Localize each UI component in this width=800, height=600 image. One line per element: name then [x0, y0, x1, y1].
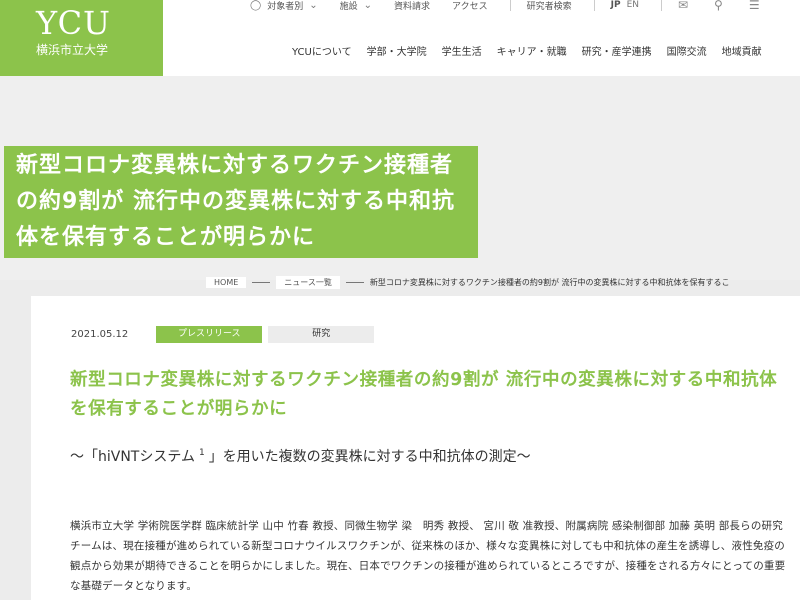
- hero-title: 新型コロナ変異株に対するワクチン接種者の約9割が 流行中の変異株に対する中和抗体…: [4, 146, 478, 258]
- lang-en[interactable]: EN: [627, 0, 639, 10]
- chevron-down-icon: ⌄: [363, 0, 373, 11]
- subtitle-post: 」を用いた複数の変異株に対する中和抗体の測定～: [208, 449, 531, 465]
- divider: [509, 0, 511, 11]
- nav-faculties[interactable]: 学部・大学院: [367, 43, 427, 58]
- chevron-down-icon: ⌄: [309, 0, 318, 11]
- article-date: 2021.05.12: [71, 329, 129, 340]
- article-body: 横浜市立大学 学術院医学群 臨床統計学 山中 竹春 教授、同微生物学 梁 明秀 …: [70, 520, 786, 592]
- breadcrumb-news-list[interactable]: ニュース一覧: [276, 276, 340, 289]
- researcher-search-link[interactable]: 研究者検索: [527, 0, 572, 12]
- target-menu[interactable]: ◯ 対象者別 ⌄: [250, 0, 318, 12]
- facilities-menu[interactable]: 施設 ⌄: [340, 0, 372, 12]
- nav-career[interactable]: キャリア・就職: [497, 43, 567, 58]
- mail-icon[interactable]: ✉: [678, 0, 688, 12]
- nav-community[interactable]: 地域貢献: [722, 43, 762, 58]
- request-link[interactable]: 資料請求: [394, 0, 430, 12]
- site-logo[interactable]: YCU 横浜市立大学: [0, 0, 163, 76]
- article-title: 新型コロナ変異株に対するワクチン接種者の約9割が 流行中の変異株に対する中和抗体…: [70, 370, 778, 419]
- article-meta: 2021.05.12 プレスリリース 研究: [71, 326, 380, 343]
- nav-research[interactable]: 研究・産学連携: [582, 43, 652, 58]
- lang-jp[interactable]: JP: [611, 0, 621, 10]
- facilities-label: 施設: [339, 1, 358, 12]
- global-nav: YCUについて 学部・大学院 学生生活 キャリア・就職 研究・産学連携 国際交流…: [292, 43, 777, 58]
- breadcrumb: HOME ニュース一覧 新型コロナ変異株に対するワクチン接種者の約9割が 流行中…: [206, 276, 730, 289]
- subtitle-pre: ～「hiVNTシステム: [70, 449, 195, 465]
- divider: [593, 0, 595, 11]
- article-subtitle: ～「hiVNTシステム 1 」を用いた複数の変異株に対する中和抗体の測定～: [70, 446, 531, 466]
- access-link[interactable]: アクセス: [452, 0, 488, 12]
- nav-international[interactable]: 国際交流: [667, 43, 707, 58]
- person-icon: ◯: [250, 0, 262, 11]
- logo-mark: YCU: [36, 4, 112, 42]
- tag-press-release[interactable]: プレスリリース: [156, 326, 263, 343]
- breadcrumb-separator: [345, 282, 364, 283]
- search-icon[interactable]: ⚲: [714, 0, 723, 12]
- subtitle-footnote: 1: [198, 448, 205, 458]
- nav-student-life[interactable]: 学生生活: [442, 43, 482, 58]
- breadcrumb-separator: [252, 282, 271, 283]
- article-card: 2021.05.12 プレスリリース 研究 新型コロナ変異株に対するワクチン接種…: [31, 296, 800, 600]
- breadcrumb-current: 新型コロナ変異株に対するワクチン接種者の約9割が 流行中の変異株に対する中和抗体…: [369, 278, 730, 287]
- divider: [660, 0, 662, 11]
- target-menu-label: 対象者別: [267, 1, 304, 12]
- logo-name: 横浜市立大学: [36, 43, 109, 57]
- tag-research[interactable]: 研究: [268, 326, 375, 343]
- nav-about[interactable]: YCUについて: [292, 43, 352, 58]
- site-header: YCU 横浜市立大学 ◯ 対象者別 ⌄ 施設 ⌄ 資料請求 アクセス 研究者検索…: [0, 0, 800, 76]
- menu-icon[interactable]: ☰: [749, 0, 760, 12]
- utility-nav: ◯ 対象者別 ⌄ 施設 ⌄ 資料請求 アクセス 研究者検索 JP EN ✉ ⚲ …: [250, 0, 786, 13]
- breadcrumb-home[interactable]: HOME: [206, 277, 247, 288]
